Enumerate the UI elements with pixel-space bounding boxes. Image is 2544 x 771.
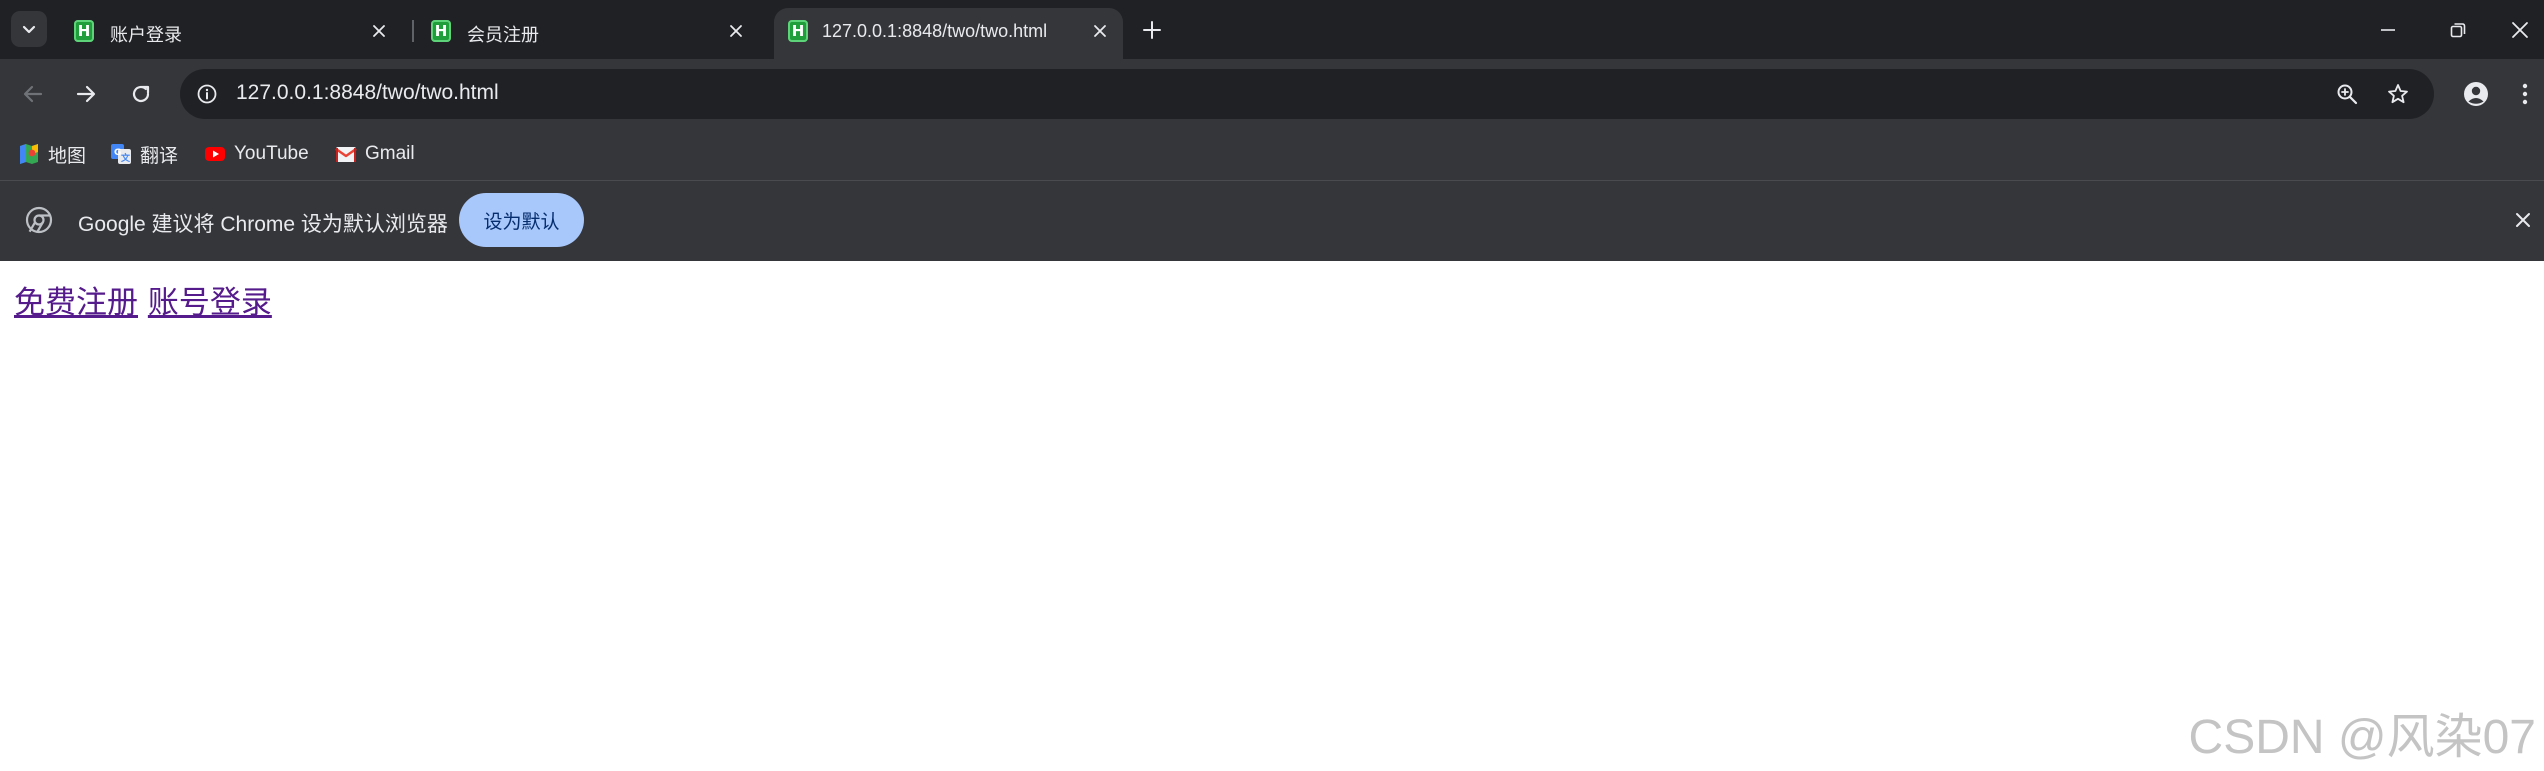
zoom-button[interactable] bbox=[2332, 79, 2362, 109]
bookmark-star-button[interactable] bbox=[2383, 79, 2413, 109]
toolbar: 127.0.0.1:8848/two/two.html bbox=[0, 59, 2544, 129]
set-default-button[interactable]: 设为默认 bbox=[459, 193, 584, 247]
close-icon bbox=[2512, 22, 2528, 38]
zoom-in-icon bbox=[2337, 84, 2358, 105]
account-login-link[interactable]: 账号登录 bbox=[148, 285, 272, 321]
new-tab-button[interactable] bbox=[1137, 15, 1167, 45]
tab-title: 127.0.0.1:8848/two/two.html bbox=[822, 21, 1048, 41]
infobar-close-button[interactable] bbox=[2508, 205, 2538, 235]
avatar-icon bbox=[2464, 82, 2488, 106]
tab-close-button[interactable] bbox=[723, 18, 749, 44]
bookmarks-bar: 地图 G 文 翻译 YouTube Gmail bbox=[0, 129, 2544, 180]
address-bar[interactable]: 127.0.0.1:8848/two/two.html bbox=[180, 69, 2434, 119]
infobar-message: Google 建议将 Chrome 设为默认浏览器 bbox=[78, 213, 448, 236]
bookmark-label: 翻译 bbox=[140, 145, 179, 167]
tab-account-login[interactable]: H 账户登录 bbox=[50, 8, 406, 59]
bookmark-maps[interactable]: 地图 bbox=[18, 138, 86, 170]
browser-window: H 账户登录 H 会员注册 H 127.0.0.1:8848/two/two.h… bbox=[0, 0, 2544, 771]
bookmark-label: YouTube bbox=[234, 143, 309, 164]
gmail-icon bbox=[335, 143, 357, 165]
youtube-icon bbox=[204, 143, 226, 165]
close-icon bbox=[373, 25, 385, 37]
chrome-menu-button[interactable] bbox=[2510, 74, 2540, 114]
minimize-icon bbox=[2381, 29, 2395, 31]
bookmark-youtube[interactable]: YouTube bbox=[204, 138, 309, 170]
url-text[interactable]: 127.0.0.1:8848/two/two.html bbox=[236, 81, 499, 105]
tab-title: 会员注册 bbox=[467, 25, 539, 45]
back-button[interactable] bbox=[13, 74, 53, 114]
site-info-button[interactable] bbox=[192, 79, 222, 109]
tab-close-button[interactable] bbox=[1087, 18, 1113, 44]
close-icon bbox=[1094, 25, 1106, 37]
page-links: 免费注册 账号登录 bbox=[14, 277, 272, 322]
default-browser-infobar: Google 建议将 Chrome 设为默认浏览器 设为默认 bbox=[0, 180, 2544, 261]
plus-icon bbox=[1143, 21, 1161, 39]
reload-button[interactable] bbox=[121, 74, 161, 114]
tab-strip: H 账户登录 H 会员注册 H 127.0.0.1:8848/two/two.h… bbox=[0, 0, 2544, 59]
more-vertical-icon bbox=[2522, 83, 2528, 105]
forward-button[interactable] bbox=[66, 74, 106, 114]
hbuilder-favicon-icon: H bbox=[74, 20, 94, 42]
close-icon bbox=[2516, 213, 2530, 227]
minimize-button[interactable] bbox=[2368, 10, 2408, 50]
info-icon bbox=[197, 84, 217, 104]
arrow-left-icon bbox=[23, 85, 43, 103]
bookmark-translate[interactable]: G 文 翻译 bbox=[110, 138, 178, 170]
watermark: CSDN @风染07 bbox=[2188, 711, 2536, 764]
hbuilder-favicon-icon: H bbox=[788, 20, 808, 42]
translate-icon: G 文 bbox=[110, 143, 132, 165]
bookmark-label: 地图 bbox=[48, 145, 87, 167]
tab-two-html[interactable]: H 127.0.0.1:8848/two/two.html bbox=[774, 8, 1123, 59]
chevron-down-icon bbox=[22, 25, 36, 34]
chrome-logo-icon bbox=[24, 205, 54, 235]
bookmark-gmail[interactable]: Gmail bbox=[335, 138, 415, 170]
tab-close-button[interactable] bbox=[366, 18, 392, 44]
arrow-right-icon bbox=[76, 85, 96, 103]
hbuilder-favicon-icon: H bbox=[431, 20, 451, 42]
profile-button[interactable] bbox=[2456, 74, 2496, 114]
close-icon bbox=[730, 25, 742, 37]
tab-member-register[interactable]: H 会员注册 bbox=[407, 8, 763, 59]
restore-button[interactable] bbox=[2438, 10, 2478, 50]
star-icon bbox=[2388, 84, 2408, 104]
page-content: 免费注册 账号登录 CSDN @风染07 bbox=[0, 261, 2544, 771]
tab-search-button[interactable] bbox=[11, 11, 47, 47]
bookmark-label: Gmail bbox=[365, 143, 415, 164]
reload-icon bbox=[132, 85, 150, 103]
free-register-link[interactable]: 免费注册 bbox=[14, 285, 138, 321]
maps-icon bbox=[18, 143, 40, 165]
window-close-button[interactable] bbox=[2500, 10, 2540, 50]
tab-title: 账户登录 bbox=[110, 25, 182, 45]
svg-text:文: 文 bbox=[120, 152, 131, 164]
restore-icon bbox=[2450, 23, 2466, 38]
